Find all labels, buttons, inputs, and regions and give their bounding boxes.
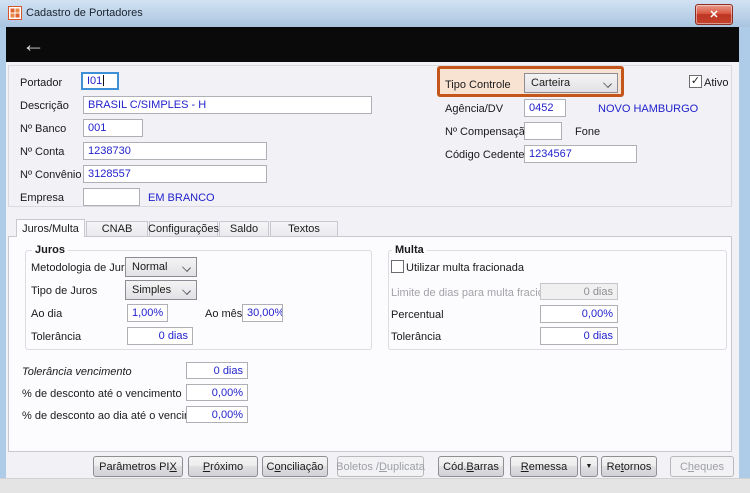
percentual-field[interactable]: 0,00% [540, 305, 618, 323]
titlebar[interactable]: Cadastro de Portadores ✕ [0, 0, 750, 28]
compensacao-field[interactable] [524, 122, 562, 140]
tab-juros-multa[interactable]: Juros/Multa [16, 219, 85, 237]
empresa-label: Empresa [20, 192, 64, 204]
window-cadastro-portadores: Cadastro de Portadores ✕ ← Portador I01 … [0, 0, 750, 478]
tolerancia-multa-label: Tolerância [391, 331, 441, 343]
limite-dias-field: 0 dias [540, 283, 618, 300]
metodologia-label: Metodologia de Juros [31, 262, 136, 274]
chevron-down-icon [603, 79, 612, 88]
chevron-down-icon [182, 286, 191, 295]
cedente-field[interactable]: 1234567 [524, 145, 637, 163]
portador-label: Portador [20, 77, 62, 89]
window-frame-right [739, 27, 750, 478]
multa-group-title: Multa [392, 244, 427, 256]
convenio-field[interactable]: 3128557 [83, 165, 267, 183]
conciliacao-button[interactable]: Conciliação [262, 456, 328, 477]
app-icon [8, 6, 22, 20]
tipo-juros-label: Tipo de Juros [31, 285, 97, 297]
close-button[interactable]: ✕ [695, 4, 733, 25]
fone-label: Fone [575, 126, 600, 138]
tolerancia-juros-field[interactable]: 0 dias [127, 327, 193, 345]
percentual-label: Percentual [391, 309, 444, 321]
descricao-field[interactable]: BRASIL C/SIMPLES - H [83, 96, 372, 114]
remessa-button[interactable]: Remessa [510, 456, 578, 477]
portador-field[interactable]: I01 [81, 72, 119, 90]
dropdown-arrow-icon: ▼ [586, 463, 593, 470]
parametros-pix-button[interactable]: Parâmetros PIX [93, 456, 183, 477]
tolerancia-vencimento-label: Tolerância vencimento [22, 366, 132, 378]
tolerancia-multa-field[interactable]: 0 dias [540, 327, 618, 345]
banco-field[interactable]: 001 [83, 119, 143, 137]
text-cursor [103, 75, 104, 86]
header-bar: ← [6, 27, 739, 62]
juros-group-title: Juros [32, 244, 68, 256]
desconto-ate-label: % de desconto até o vencimento [22, 388, 182, 400]
desconto-dia-field[interactable]: 0,00% [186, 406, 248, 423]
compensacao-label: Nº Compensação [445, 126, 531, 138]
ao-dia-label: Ao dia [31, 308, 62, 320]
empresa-note: EM BRANCO [148, 192, 215, 204]
back-arrow-button[interactable]: ← [22, 28, 45, 61]
ativo-checkbox[interactable]: ✓ [689, 75, 702, 88]
tolerancia-juros-label: Tolerância [31, 331, 81, 343]
ao-dia-field[interactable]: 1,00% [127, 304, 168, 322]
empresa-field[interactable] [83, 188, 140, 206]
window-frame-left [0, 27, 6, 478]
tab-saldo[interactable]: Saldo [219, 221, 269, 236]
agencia-field[interactable]: 0452 [524, 99, 566, 117]
background-strip [0, 478, 750, 493]
close-icon: ✕ [709, 8, 718, 21]
chevron-down-icon [182, 263, 191, 272]
screen: Cadastro de Portadores ✕ ← Portador I01 … [0, 0, 750, 493]
boletos-duplicata-button: Boletos / Duplicata [337, 456, 424, 477]
retornos-button[interactable]: Retornos [601, 456, 657, 477]
cod-barras-button[interactable]: Cód. Barras [438, 456, 504, 477]
check-icon: ✓ [691, 75, 700, 87]
agencia-label: Agência/DV [445, 103, 503, 115]
agencia-note: NOVO HAMBURGO [598, 103, 698, 115]
tab-textos[interactable]: Textos [270, 221, 338, 236]
conta-label: Nº Conta [20, 146, 64, 158]
window-title: Cadastro de Portadores [26, 7, 143, 19]
tab-cnab[interactable]: CNAB [86, 221, 148, 236]
banco-label: Nº Banco [20, 123, 66, 135]
desconto-ate-field[interactable]: 0,00% [186, 384, 248, 401]
tipo-juros-dropdown[interactable]: Simples [125, 280, 197, 300]
remessa-dropdown-button[interactable]: ▼ [580, 456, 598, 477]
tolerancia-vencimento-field[interactable]: 0 dias [186, 362, 248, 379]
utilizar-multa-checkbox[interactable] [391, 260, 404, 273]
ao-mes-field[interactable]: 30,00% [242, 304, 283, 322]
ao-mes-label: Ao mês [205, 308, 242, 320]
cedente-label: Código Cedente [445, 149, 525, 161]
utilizar-multa-label: Utilizar multa fracionada [406, 262, 524, 274]
metodologia-dropdown[interactable]: Normal [125, 257, 197, 277]
tipo-controle-dropdown[interactable]: Carteira [524, 73, 618, 93]
descricao-label: Descrição [20, 100, 69, 112]
proximo-button[interactable]: Próximo [188, 456, 258, 477]
ativo-label: Ativo [704, 77, 728, 89]
tab-configuracoes[interactable]: Configurações [149, 221, 218, 236]
cheques-button: Cheques [670, 456, 734, 477]
conta-field[interactable]: 1238730 [83, 142, 267, 160]
convenio-label: Nº Convênio [20, 169, 82, 181]
tipo-controle-label: Tipo Controle [445, 79, 511, 91]
